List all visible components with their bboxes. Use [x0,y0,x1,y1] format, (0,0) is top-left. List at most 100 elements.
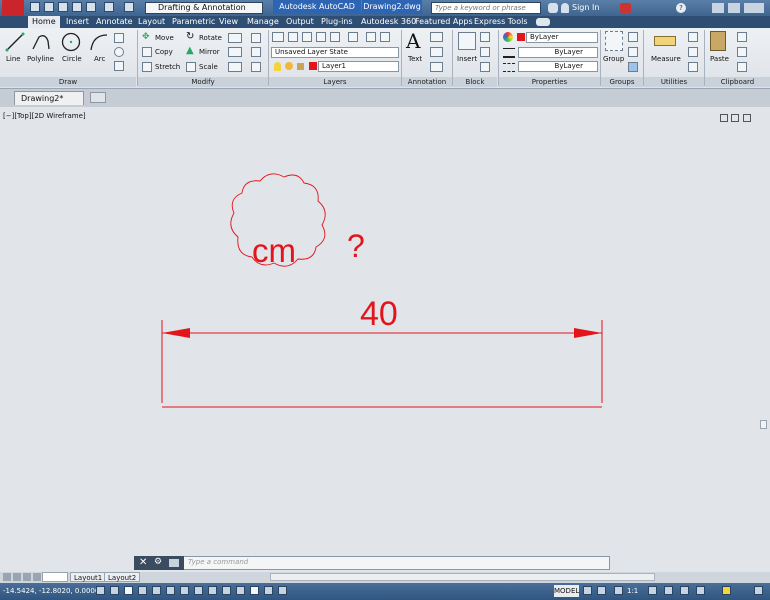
quick-select-icon[interactable] [688,32,698,42]
mirror-button[interactable]: Mirror [199,48,220,56]
dimension-icon[interactable] [430,32,443,42]
save-icon[interactable] [58,2,68,12]
tab-model[interactable] [42,572,68,582]
circle-icon[interactable] [60,31,82,53]
measure-icon[interactable] [654,36,676,46]
workspace-dropdown[interactable]: Drafting & Annotation [145,2,263,14]
nav-last-icon[interactable] [33,573,41,581]
table-icon[interactable] [430,62,443,72]
linetype-dropdown[interactable]: ByLayer [518,61,598,72]
layer-freeze-icon[interactable] [316,32,326,42]
app-menu-button[interactable] [2,0,24,16]
annotation-visibility-icon[interactable] [648,586,657,595]
layer-off-icon[interactable] [288,32,298,42]
id-point-icon[interactable] [688,62,698,72]
edit-attributes-icon[interactable] [480,62,490,72]
tab-annotate[interactable]: Annotate [96,16,133,28]
paste-icon[interactable] [710,31,726,51]
tab-parametric[interactable]: Parametric [172,16,215,28]
copy-button[interactable]: Copy [155,48,173,56]
hardware-acceleration-icon[interactable] [696,586,705,595]
tab-insert[interactable]: Insert [66,16,89,28]
offset-icon[interactable] [251,62,261,72]
snap-mode-icon[interactable] [110,586,119,595]
model-toggle[interactable]: MODEL [554,585,579,597]
text-button[interactable]: Text [408,55,422,63]
tab-autodesk-360[interactable]: Autodesk 360 [361,16,416,28]
clean-screen-icon[interactable] [754,586,763,595]
tab-output[interactable]: Output [286,16,314,28]
new-icon[interactable] [30,2,40,12]
selection-cycling-icon[interactable] [278,586,287,595]
tab-express-tools[interactable]: Express Tools [474,16,528,28]
panel-layers[interactable]: Layers [269,77,401,87]
cut-icon[interactable] [737,32,747,42]
group-button[interactable]: Group [603,55,624,63]
line-button[interactable]: Line [6,55,21,63]
group-icon[interactable] [605,31,623,51]
panel-block[interactable]: Block [453,77,497,87]
nav-prev-icon[interactable] [13,573,21,581]
copy-clip-icon[interactable] [737,47,747,57]
object-snap-tracking-icon[interactable] [194,586,203,595]
annotation-scale[interactable]: 1:1 [627,585,638,597]
trim-icon[interactable] [228,33,242,43]
move-button[interactable]: Move [155,34,174,42]
nav-next-icon[interactable] [23,573,31,581]
edit-block-icon[interactable] [480,47,490,57]
tab-plug-ins[interactable]: Plug-ins [321,16,353,28]
tab-layout2[interactable]: Layout2 [104,572,141,582]
user-icon[interactable] [561,3,569,13]
sign-in-link[interactable]: Sign In [572,1,599,15]
insert-button[interactable]: Insert [457,55,477,63]
help-icon[interactable]: ? [676,3,686,13]
layer-match-icon[interactable] [348,32,358,42]
circle-button[interactable]: Circle [62,55,82,63]
array-icon[interactable] [228,62,242,72]
create-block-icon[interactable] [480,32,490,42]
vertical-scroll-thumb[interactable] [760,420,767,429]
3d-object-snap-icon[interactable] [180,586,189,595]
quick-properties-icon[interactable] [264,586,273,595]
group-edit-icon[interactable] [628,47,638,57]
horizontal-scrollbar[interactable] [270,573,655,581]
rotate-button[interactable]: Rotate [199,34,222,42]
ortho-mode-icon[interactable] [138,586,147,595]
dynamic-input-icon[interactable] [222,586,231,595]
copy-icon[interactable] [142,47,152,57]
isolate-objects-icon[interactable] [722,586,731,595]
new-tab-button[interactable] [90,92,106,103]
layer-properties-icon[interactable] [272,32,284,42]
fillet-icon[interactable] [228,47,242,57]
layer-dropdown[interactable]: Layer1 [318,61,399,72]
move-icon[interactable]: ✥ [142,33,151,42]
calculator-icon[interactable] [688,47,698,57]
tab-home[interactable]: Home [28,16,60,28]
grid-display-icon[interactable] [124,586,133,595]
panel-draw[interactable]: Draw [0,77,136,87]
dynamic-ucs-icon[interactable] [208,586,217,595]
paste-button[interactable]: Paste [710,55,729,63]
wrench-icon[interactable]: ⚙ [154,557,162,567]
scale-icon[interactable] [186,62,196,72]
arc-icon[interactable] [88,31,110,53]
region-icon[interactable] [114,61,124,71]
arc-button[interactable]: Arc [94,55,105,63]
panel-annotation[interactable]: Annotation [402,77,452,87]
layer-lock-icon[interactable] [330,32,340,42]
polyline-icon[interactable] [30,31,52,53]
nav-first-icon[interactable] [3,573,11,581]
search-input[interactable]: Type a keyword or phrase [431,2,541,14]
binoculars-icon[interactable] [548,3,558,13]
tab-view[interactable]: View [219,16,238,28]
panel-groups[interactable]: Groups [601,77,643,87]
ribbon-options-icon[interactable] [536,18,550,26]
file-tab-drawing2[interactable]: Drawing2* [14,91,84,105]
rectangle-icon[interactable] [114,33,124,43]
stretch-icon[interactable] [142,62,152,72]
match-clip-icon[interactable] [737,62,747,72]
close-icon[interactable]: ✕ [139,557,147,568]
polar-tracking-icon[interactable] [152,586,161,595]
maximize-button[interactable] [728,3,740,13]
tab-layout1[interactable]: Layout1 [70,572,107,582]
